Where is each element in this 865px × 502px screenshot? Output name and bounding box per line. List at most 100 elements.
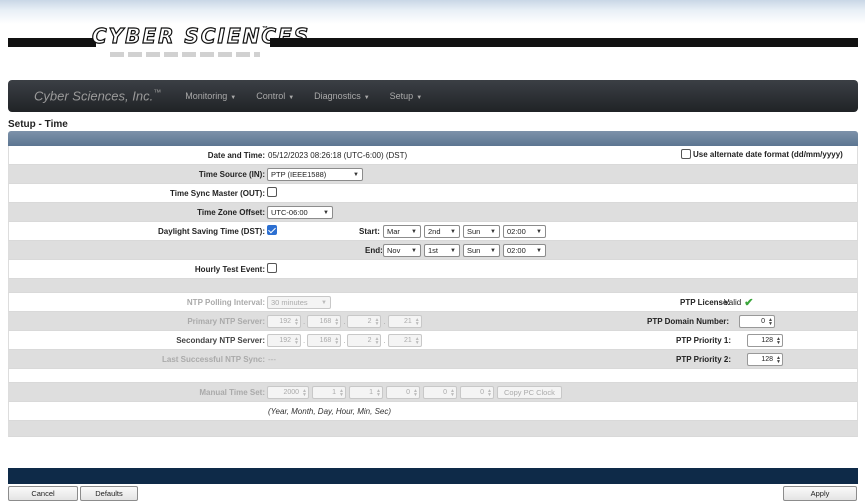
logo-stripe-left [8,38,96,47]
spacer-row [8,421,858,437]
spinner-arrows-icon: ▲ ▼ [413,387,418,398]
copy-pc-clock-button[interactable]: Copy PC Clock [497,386,562,399]
alt-date-format-label: Use alternate date format (dd/mm/yyyy) [693,149,843,159]
page-title: Setup - Time [8,119,68,130]
caret-down-icon: ▼ [363,95,370,101]
secondary-ntp-octet-3[interactable]: 2 ▲ ▼ [347,334,382,347]
nav-diagnostics[interactable]: Diagnostics ▼ [314,91,369,101]
hourly-test-checkbox[interactable] [267,263,277,273]
dst-start-time-select[interactable]: 02:00 ▼ [503,225,546,238]
manual-month-input[interactable]: 1 ▲ ▼ [312,386,346,399]
dst-start-label: Start: [359,227,380,236]
manual-time-hint: (Year, Month, Day, Hour, Min, Sec) [268,407,392,416]
defaults-button[interactable]: Defaults [80,486,138,501]
alt-date-format-checkbox[interactable] [681,149,691,159]
primary-ntp-octet-1[interactable]: 192 ▲ ▼ [267,315,301,328]
secondary-ntp-octet-4[interactable]: 21 ▲ ▼ [387,334,422,347]
spinner-arrows-icon: ▲ ▼ [374,335,380,346]
secondary-ntp-octet-2[interactable]: 168 ▲ ▼ [307,334,342,347]
chevron-down-icon: ▼ [411,247,417,254]
chevron-down-icon: ▼ [323,209,329,216]
dst-end-label: End: [365,246,383,255]
spinner-arrows-icon: ▲ ▼ [294,316,299,327]
nav-setup[interactable]: Setup ▼ [390,91,422,101]
nav-monitoring[interactable]: Monitoring ▼ [185,91,236,101]
primary-ntp-octet-4[interactable]: 21 ▲ ▼ [387,315,422,328]
row-time-sync-master: Time Sync Master (OUT): [8,184,858,203]
row-dst: Daylight Saving Time (DST): Start: Mar ▼ … [8,222,858,241]
dst-end-time-select[interactable]: 02:00 ▼ [503,244,546,257]
spinner-arrows-icon: ▲ ▼ [376,387,381,398]
dst-start-week-select[interactable]: 2nd ▼ [424,225,460,238]
spinner-arrows-icon: ▲ ▼ [302,387,307,398]
ntp-polling-select[interactable]: 30 minutes ▼ [267,296,331,309]
spacer-row [8,369,858,383]
ptp-domain-label: PTP Domain Number: [647,317,730,326]
row-primary-ntp: Primary NTP Server: 192 ▲ ▼. 168 ▲ ▼. 2 ▲ ▼. 2… [8,312,858,331]
spinner-arrows-icon: ▲ ▼ [334,335,340,346]
cancel-button[interactable]: Cancel [8,486,78,501]
spinner-arrows-icon: ▲ ▼ [487,387,492,398]
spinner-arrows-icon: ▲ ▼ [414,335,420,346]
dst-end-day-select[interactable]: Sun ▼ [463,244,500,257]
last-ntp-sync-label: Last Successful NTP Sync: [162,355,265,364]
ptp-license-label: PTP License: [680,298,731,307]
ptp-priority2-input[interactable]: 128 ▲ ▼ [747,353,783,366]
time-zone-label: Time Zone Offset: [197,208,265,217]
time-sync-master-checkbox[interactable] [267,187,277,197]
dst-checkbox[interactable] [267,225,277,235]
row-manual-time: Manual Time Set: 2000 ▲ ▼ 1 ▲ ▼ 1 ▲ ▼ 0 ▲ ▼ 0 ▲ ▼ … [8,383,858,402]
spacer-row [8,279,858,293]
secondary-ntp-octet-1[interactable]: 192 ▲ ▼ [267,334,301,347]
ptp-license-value: Valid [724,298,742,307]
apply-button[interactable]: Apply [783,486,857,501]
row-time-source: Time Source (IN): PTP (IEEE1588) ▼ [8,165,858,184]
navbar-brand[interactable]: Cyber Sciences, Inc.™ [34,88,161,103]
dst-label: Daylight Saving Time (DST): [158,227,265,236]
manual-hour-input[interactable]: 0 ▲ ▼ [386,386,420,399]
spinner-arrows-icon: ▲ ▼ [768,316,773,327]
spinner-arrows-icon: ▲ ▼ [339,387,344,398]
ptp-domain-input[interactable]: 0 ▲ ▼ [739,315,775,328]
dst-end-month-select[interactable]: Nov ▼ [383,244,421,257]
spinner-arrows-icon: ▲ ▼ [334,316,340,327]
caret-down-icon: ▼ [230,95,237,101]
manual-second-input[interactable]: 0 ▲ ▼ [460,386,494,399]
spinner-arrows-icon: ▲ ▼ [776,354,781,365]
dst-end-week-select[interactable]: 1st ▼ [424,244,460,257]
primary-ntp-label: Primary NTP Server: [187,317,265,326]
ntp-polling-label: NTP Polling Interval: [186,298,265,307]
chevron-down-icon: ▼ [353,171,359,178]
time-source-label: Time Source (IN): [198,170,265,179]
primary-ntp-octet-2[interactable]: 168 ▲ ▼ [307,315,342,328]
primary-ntp-octet-3[interactable]: 2 ▲ ▼ [347,315,382,328]
logo-underline [110,52,260,57]
time-settings-panel: Date and Time: 05/12/2023 08:26:18 (UTC-… [8,131,858,437]
panel-header [8,131,858,146]
time-source-select[interactable]: PTP (IEEE1588) ▼ [267,168,363,181]
row-secondary-ntp: Secondary NTP Server: 192 ▲ ▼. 168 ▲ ▼. 2 ▲ ▼.… [8,331,858,350]
hourly-test-label: Hourly Test Event: [194,265,265,274]
secondary-ntp-label: Secondary NTP Server: [176,336,265,345]
ptp-priority1-input[interactable]: 128 ▲ ▼ [747,334,783,347]
time-sync-master-label: Time Sync Master (OUT): [170,189,265,198]
time-zone-select[interactable]: UTC-06:00 ▼ [267,206,333,219]
checkmark-icon: ✔ [744,297,754,309]
chevron-down-icon: ▼ [321,299,327,306]
ptp-priority2-label: PTP Priority 2: [676,355,731,364]
row-date-time: Date and Time: 05/12/2023 08:26:18 (UTC-… [8,146,858,165]
chevron-down-icon: ▼ [450,228,456,235]
spinner-arrows-icon: ▲ ▼ [414,316,420,327]
manual-year-input[interactable]: 2000 ▲ ▼ [267,386,309,399]
manual-minute-input[interactable]: 0 ▲ ▼ [423,386,457,399]
dst-start-day-select[interactable]: Sun ▼ [463,225,500,238]
main-navbar: Cyber Sciences, Inc.™ Monitoring ▼ Contro… [8,80,858,112]
chevron-down-icon: ▼ [490,247,496,254]
spinner-arrows-icon: ▲ ▼ [776,335,781,346]
chevron-down-icon: ▼ [450,247,456,254]
chevron-down-icon: ▼ [411,228,417,235]
manual-day-input[interactable]: 1 ▲ ▼ [349,386,383,399]
dst-start-month-select[interactable]: Mar ▼ [383,225,421,238]
nav-control[interactable]: Control ▼ [256,91,294,101]
date-time-value: 05/12/2023 08:26:18 (UTC-6:00) (DST) [268,151,408,160]
